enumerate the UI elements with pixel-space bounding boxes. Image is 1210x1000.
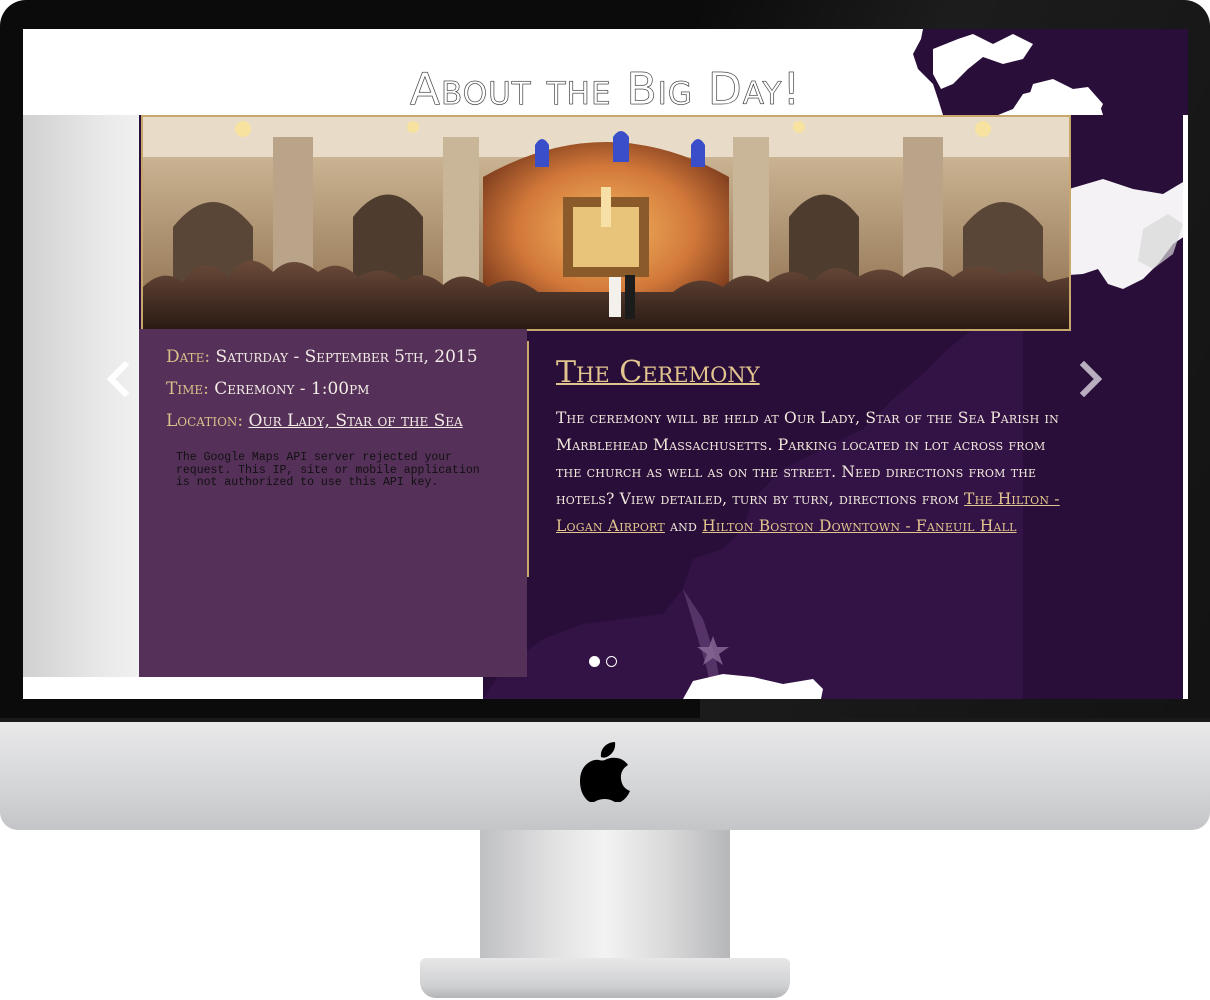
location-line: Location: Our Lady, Star of the Sea [166, 411, 463, 431]
apple-logo-icon [580, 742, 630, 802]
carousel-dot-2[interactable] [606, 656, 617, 667]
carousel-dot-1[interactable] [589, 656, 600, 667]
page-title: About the Big Day! [23, 64, 1188, 121]
church-photo [141, 115, 1071, 331]
page-title-text: About the Big Day! [407, 64, 804, 121]
panel-divider [527, 341, 529, 577]
hilton-downtown-link[interactable]: Hilton Boston Downtown - Faneuil Hall [702, 517, 1016, 535]
ceremony-title: The Ceremony [556, 355, 760, 390]
time-value: Ceremony - 1:00pm [214, 379, 370, 399]
time-line: Time: Ceremony - 1:00pm [166, 379, 369, 399]
chevron-left-icon[interactable] [103, 361, 133, 397]
chevron-right-icon[interactable] [1076, 361, 1106, 397]
monitor-screen: About the Big Day! Date: Saturday - Sept… [23, 29, 1188, 699]
page-footer-strip [23, 677, 483, 699]
location-label: Location: [166, 411, 244, 431]
monitor-stand-base [420, 958, 790, 998]
map-error-message: The Google Maps API server rejected your… [176, 451, 480, 489]
monitor-stand [480, 830, 730, 970]
ceremony-conjunction: and [664, 517, 703, 535]
church-interior-image [143, 117, 1069, 329]
ceremony-description: The ceremony will be held at Our Lady, S… [556, 405, 1066, 540]
date-line: Date: Saturday - September 5th, 2015 [166, 347, 478, 367]
location-link[interactable]: Our Lady, Star of the Sea [249, 411, 463, 431]
monitor-bezel: About the Big Day! Date: Saturday - Sept… [0, 0, 1210, 722]
date-value: Saturday - September 5th, 2015 [215, 347, 478, 367]
time-label: Time: [166, 379, 209, 399]
date-label: Date: [166, 347, 211, 367]
carousel-indicators [589, 656, 619, 668]
